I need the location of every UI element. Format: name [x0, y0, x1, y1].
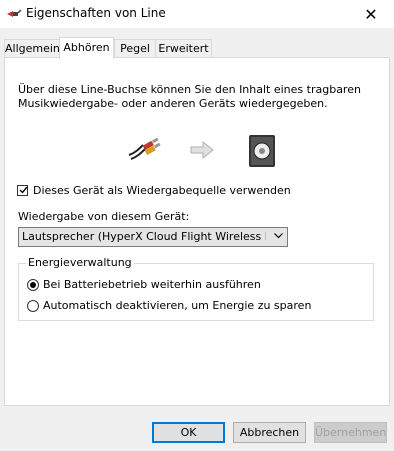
tab-allgemein[interactable]: Allgemein — [4, 39, 60, 57]
listen-checkbox[interactable] — [17, 185, 28, 196]
cancel-button[interactable]: Abbrechen — [233, 422, 306, 443]
radio-keep-running[interactable] — [27, 278, 39, 291]
window-title: Eigenschaften von Line — [26, 6, 166, 20]
playback-device-select[interactable]: Lautsprecher (HyperX Cloud Flight Wirele… — [18, 227, 288, 247]
radio-auto-disable-label: Automatisch deaktivieren, um Energie zu … — [43, 299, 312, 312]
speaker-icon — [249, 135, 275, 167]
tab-erweitert[interactable]: Erweitert — [155, 39, 212, 57]
tab-strip: Allgemein Abhören Pegel Erweitert — [4, 37, 390, 59]
tab-abhoeren[interactable]: Abhören — [59, 37, 114, 59]
radio-auto-disable-row[interactable]: Automatisch deaktivieren, um Energie zu … — [27, 299, 311, 312]
listen-description: Über diese Line-Buchse können Sie den In… — [18, 83, 378, 111]
arrow-right-icon — [190, 140, 214, 160]
title-bar: Eigenschaften von Line ✕ — [0, 0, 394, 28]
description-line-2: Musikwiedergabe- oder anderen Geräts wie… — [18, 97, 328, 110]
radio-keep-running-label: Bei Batteriebetrieb weiterhin ausführen — [43, 278, 261, 291]
audio-jack-icon — [7, 9, 22, 17]
tab-pegel[interactable]: Pegel — [114, 39, 156, 57]
chevron-down-icon — [274, 233, 283, 239]
playback-device-label: Wiedergabe von diesem Gerät: — [18, 210, 190, 223]
description-line-1: Über diese Line-Buchse können Sie den In… — [18, 83, 361, 96]
radio-keep-running-row[interactable]: Bei Batteriebetrieb weiterhin ausführen — [27, 278, 261, 291]
playback-device-value: Lautsprecher (HyperX Cloud Flight Wirele… — [22, 230, 266, 243]
apply-button[interactable]: Übernehmen — [314, 422, 387, 443]
close-icon: ✕ — [364, 4, 378, 24]
radio-selected-dot — [30, 281, 36, 288]
listen-checkbox-row[interactable]: Dieses Gerät als Wiedergabequelle verwen… — [17, 184, 291, 197]
power-management-group: Energieverwaltung Bei Batteriebetrieb we… — [18, 256, 374, 321]
listen-panel: Über diese Line-Buchse können Sie den In… — [4, 57, 390, 406]
checkmark-icon — [19, 186, 28, 194]
line-to-speaker-illustration — [128, 135, 275, 167]
power-management-title: Energieverwaltung — [26, 256, 134, 269]
audio-cable-icon — [128, 137, 161, 160]
ok-button[interactable]: OK — [152, 422, 225, 443]
radio-auto-disable[interactable] — [27, 299, 39, 312]
close-button[interactable]: ✕ — [348, 0, 394, 28]
listen-checkbox-label: Dieses Gerät als Wiedergabequelle verwen… — [33, 184, 291, 197]
